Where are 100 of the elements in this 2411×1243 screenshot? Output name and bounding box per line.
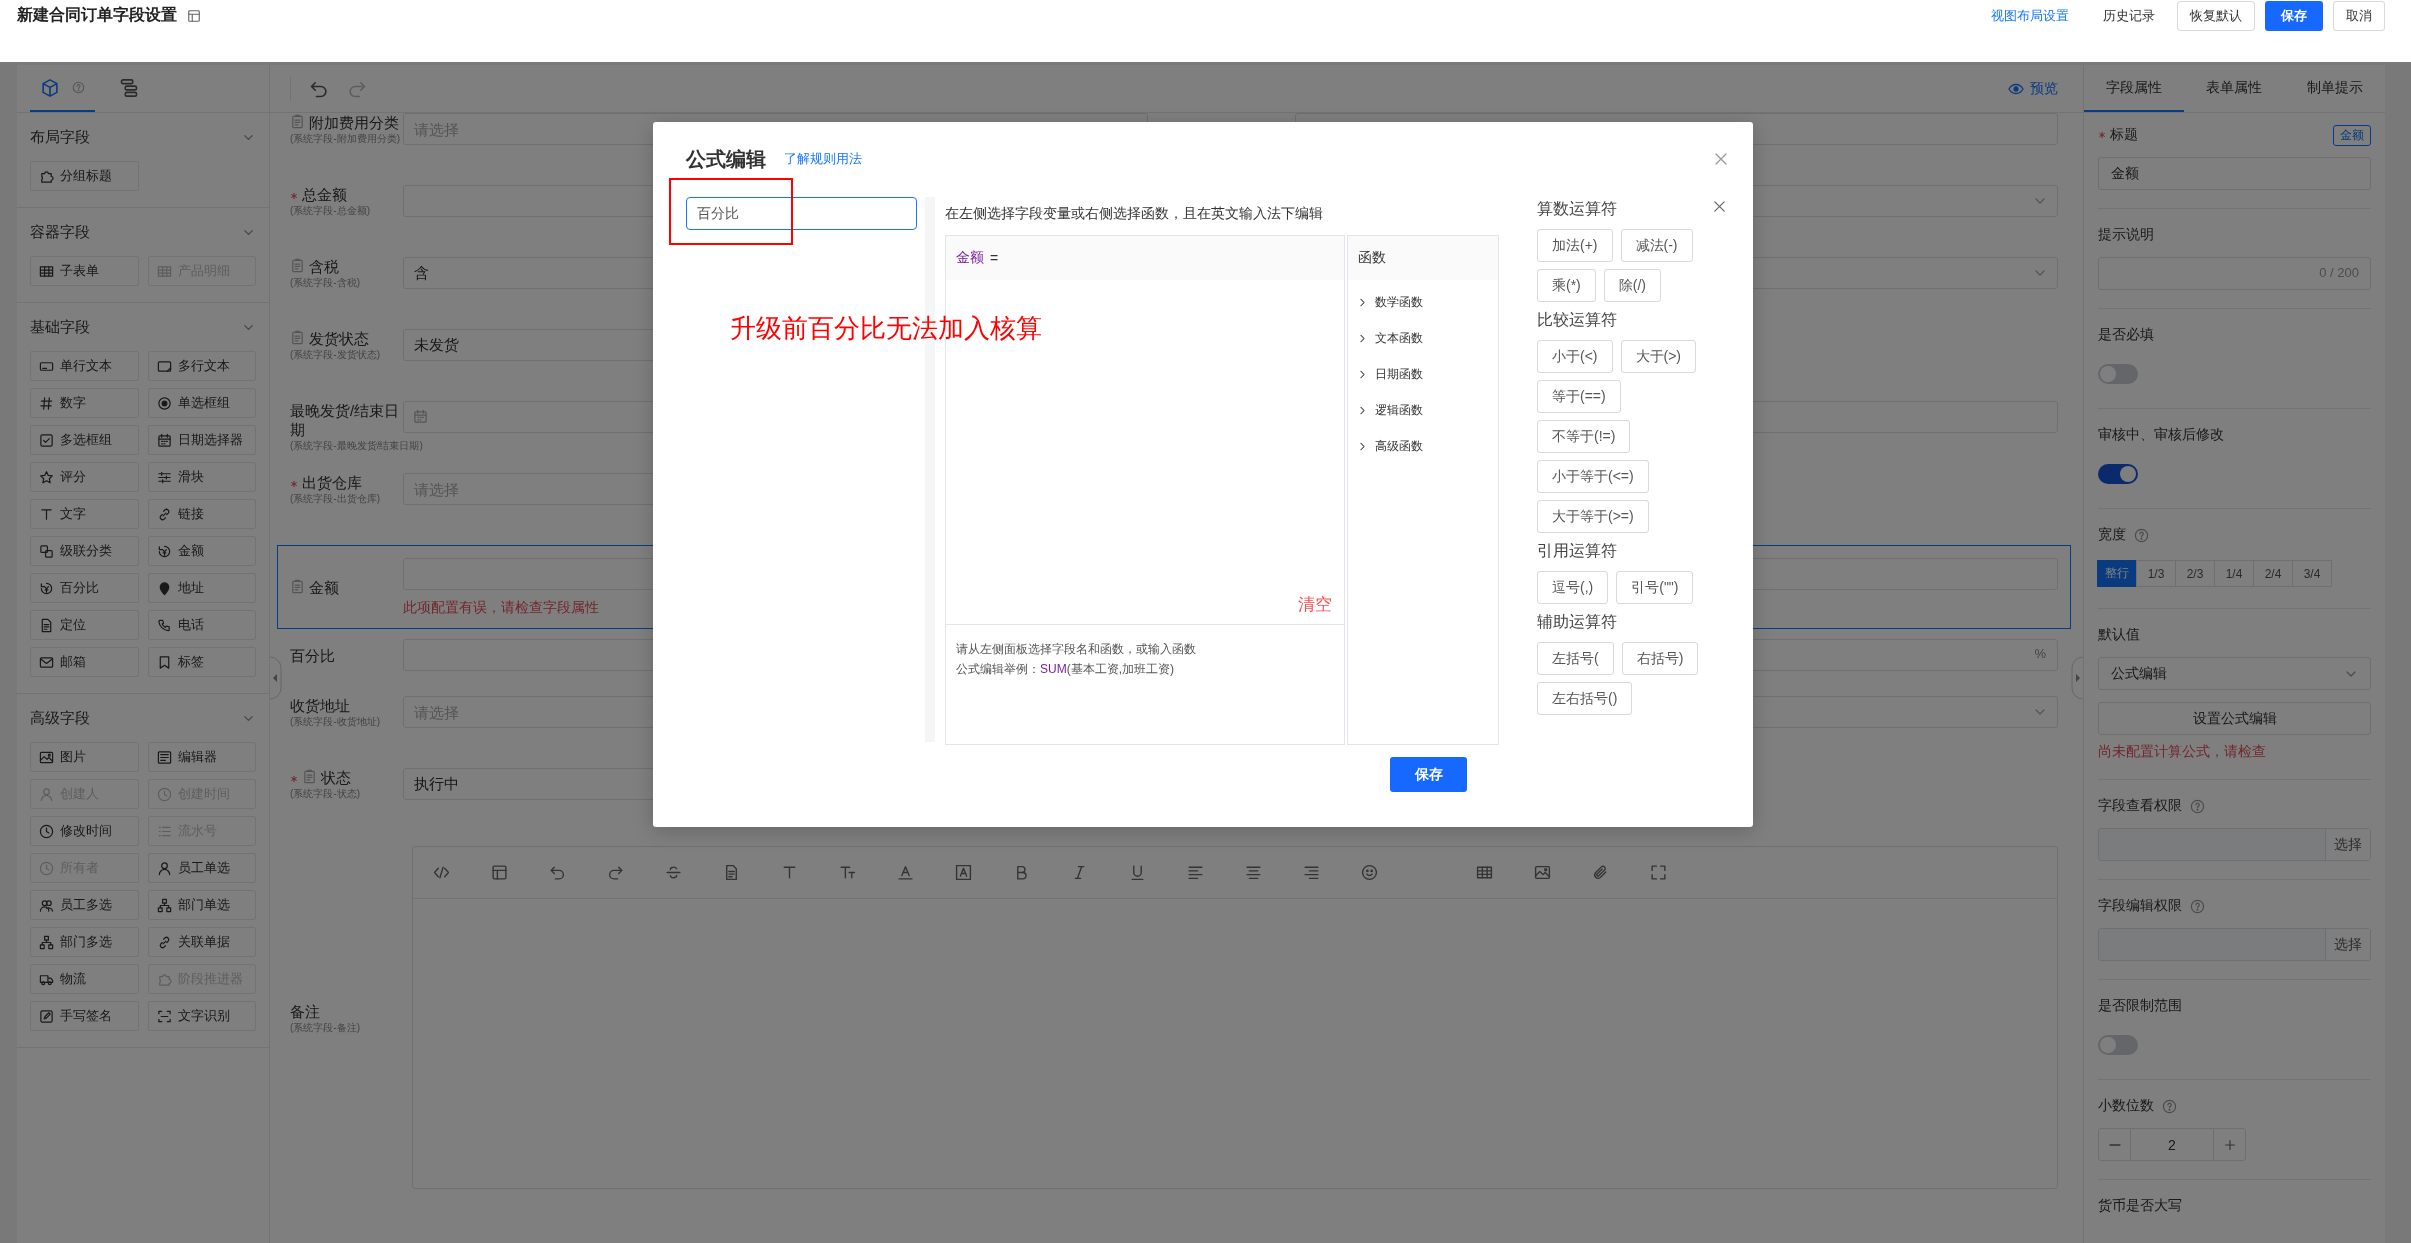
field-label: 最晚发货/结束日期 bbox=[290, 401, 401, 439]
search-field[interactable]: 百分比 bbox=[686, 197, 917, 230]
field-type-item[interactable]: 员工单选 bbox=[147, 853, 256, 883]
field-type-item[interactable]: 修改时间 bbox=[30, 816, 139, 846]
field-type-item[interactable]: 部门多选 bbox=[30, 927, 139, 957]
hint-text: 请从左侧面板选择字段名和函数，或输入函数 bbox=[956, 641, 1197, 658]
error-message: 尚未配置计算公式，请检查 bbox=[2098, 743, 2267, 761]
instruction-text: 在左侧选择字段变量或右侧选择函数，且在英文输入法下编辑 bbox=[945, 204, 1324, 223]
property-label: 标题 bbox=[2110, 126, 2138, 144]
field-type-item[interactable]: 关联单据 bbox=[147, 927, 256, 957]
width-option[interactable]: 1/3 bbox=[2136, 560, 2176, 587]
function-category[interactable]: 逻辑函数 bbox=[1348, 392, 1498, 428]
field-type-item[interactable]: 金额 bbox=[147, 536, 256, 566]
operator-button[interactable]: 小于(<) bbox=[1537, 340, 1613, 373]
operator-button[interactable]: 不等于(!=) bbox=[1537, 420, 1631, 453]
field-type-item[interactable]: 单选框组 bbox=[147, 388, 256, 418]
layout-settings-link[interactable]: 视图布局设置 bbox=[1979, 0, 2081, 31]
field-type-item[interactable]: 地址 bbox=[147, 573, 256, 603]
field-type-item[interactable]: 多选框组 bbox=[30, 425, 139, 455]
number-input[interactable]: 2 bbox=[2131, 1128, 2213, 1161]
choose-button[interactable]: 选择 bbox=[2325, 929, 2370, 960]
header-button[interactable]: 恢复默认 bbox=[2177, 0, 2255, 31]
example-text: 公式编辑举例：SUM(基本工资,加班工资) bbox=[956, 661, 1175, 678]
operator-button[interactable]: 大于(>) bbox=[1620, 340, 1696, 373]
group-title: 容器字段 bbox=[30, 222, 90, 242]
save-button[interactable]: 保存 bbox=[1390, 757, 1467, 792]
permission-field[interactable]: 选择 bbox=[2098, 928, 2371, 961]
field-type-item[interactable]: 员工多选 bbox=[30, 890, 139, 920]
permission-field[interactable]: 选择 bbox=[2098, 828, 2371, 861]
width-option[interactable]: 1/4 bbox=[2214, 560, 2254, 587]
field-type-item[interactable]: 级联分类 bbox=[30, 536, 139, 566]
field-type-item[interactable]: 文字识别 bbox=[147, 1001, 256, 1031]
operator-group-title: 引用运算符 bbox=[1537, 541, 1617, 561]
operator-button[interactable]: 小于等于(<=) bbox=[1537, 460, 1649, 493]
field-type-item[interactable]: 标签 bbox=[147, 647, 256, 677]
clear-link[interactable]: 清空 bbox=[1298, 593, 1332, 616]
function-category[interactable]: 数学函数 bbox=[1348, 284, 1498, 320]
field-type-item[interactable]: 手写签名 bbox=[30, 1001, 139, 1031]
operator-group-title: 辅助运算符 bbox=[1537, 612, 1617, 632]
header-button[interactable]: 取消 bbox=[2333, 0, 2385, 31]
field-type-item[interactable]: 图片 bbox=[30, 742, 139, 772]
field-type-item[interactable]: 日期选择器 bbox=[147, 425, 256, 455]
formula-button[interactable]: 设置公式编辑 bbox=[2098, 702, 2371, 735]
property-label: 小数位数 bbox=[2098, 1097, 2154, 1115]
field-type-item[interactable]: 编辑器 bbox=[147, 742, 256, 772]
text-field[interactable]: 金额 bbox=[2098, 157, 2371, 190]
field-type-item[interactable]: 文字 bbox=[30, 499, 139, 529]
function-category[interactable]: 文本函数 bbox=[1348, 320, 1498, 356]
operator-button[interactable]: 左右括号() bbox=[1537, 682, 1633, 715]
formula-text: 金额 = bbox=[946, 236, 1344, 280]
field-type-item[interactable]: 链接 bbox=[147, 499, 256, 529]
width-option[interactable]: 整行 bbox=[2097, 560, 2137, 587]
operator-button[interactable]: 右括号) bbox=[1621, 642, 1699, 675]
function-category[interactable]: 高级函数 bbox=[1348, 428, 1498, 464]
field-type-item[interactable]: 单行文本 bbox=[30, 351, 139, 381]
operator-button[interactable]: 乘(*) bbox=[1537, 269, 1596, 302]
panel-tab[interactable]: 表单属性 bbox=[2184, 65, 2285, 112]
operator-button[interactable]: 等于(==) bbox=[1537, 380, 1621, 413]
operator-button[interactable]: 逗号(,) bbox=[1537, 571, 1609, 604]
field-type-item[interactable]: 定位 bbox=[30, 610, 139, 640]
panel-tab[interactable]: 字段属性 bbox=[2084, 65, 2185, 112]
property-label: 提示说明 bbox=[2098, 226, 2154, 244]
field-label: 备注 bbox=[290, 1001, 320, 1021]
property-label: 字段查看权限 bbox=[2098, 797, 2182, 815]
operator-group-title: 算数运算符 bbox=[1537, 199, 1617, 219]
field-type-item[interactable]: 子表单 bbox=[30, 256, 139, 286]
field-type-item[interactable]: 分组标题 bbox=[30, 161, 139, 191]
width-option[interactable]: 2/3 bbox=[2175, 560, 2215, 587]
field-type-item[interactable]: 数字 bbox=[30, 388, 139, 418]
header-button[interactable]: 历史记录 bbox=[2091, 0, 2167, 31]
property-label: 货币是否大写 bbox=[2098, 1197, 2182, 1215]
operator-button[interactable]: 左括号( bbox=[1537, 642, 1614, 675]
property-label: 是否必填 bbox=[2098, 326, 2154, 344]
field-type-item[interactable]: 评分 bbox=[30, 462, 139, 492]
width-option[interactable]: 2/4 bbox=[2253, 560, 2293, 587]
operator-button[interactable]: 除(/) bbox=[1603, 269, 1661, 302]
field-label: 含税 bbox=[309, 257, 339, 276]
preview-button[interactable]: 预览 bbox=[2008, 79, 2058, 98]
field-type-item[interactable]: 部门单选 bbox=[147, 890, 256, 920]
help-link[interactable]: 了解规则用法 bbox=[784, 150, 862, 168]
width-option[interactable]: 3/4 bbox=[2292, 560, 2332, 587]
field-type-item[interactable]: 电话 bbox=[147, 610, 256, 640]
field-type-item[interactable]: 物流 bbox=[30, 964, 139, 994]
field-type-item[interactable]: 多行文本 bbox=[147, 351, 256, 381]
group-title: 高级字段 bbox=[30, 708, 90, 728]
save-button[interactable]: 保存 bbox=[2265, 0, 2323, 31]
select-field[interactable]: 公式编辑 bbox=[2098, 657, 2371, 690]
operator-button[interactable]: 大于等于(>=) bbox=[1537, 500, 1649, 533]
function-category[interactable]: 日期函数 bbox=[1348, 356, 1498, 392]
panel-tab[interactable]: 制单提示 bbox=[2284, 65, 2385, 112]
field-type-item[interactable]: 滑块 bbox=[147, 462, 256, 492]
operator-button[interactable]: 减法(-) bbox=[1620, 229, 1693, 262]
field-type-item[interactable]: 邮箱 bbox=[30, 647, 139, 677]
choose-button[interactable]: 选择 bbox=[2325, 829, 2370, 860]
operator-button[interactable]: 引号("") bbox=[1616, 571, 1694, 604]
field-label: 状态 bbox=[321, 768, 351, 787]
operator-button[interactable]: 加法(+) bbox=[1537, 229, 1613, 262]
dialog-title: 公式编辑 bbox=[686, 146, 766, 172]
field-type-item[interactable]: 百分比 bbox=[30, 573, 139, 603]
field-label: 发货状态 bbox=[309, 329, 369, 348]
